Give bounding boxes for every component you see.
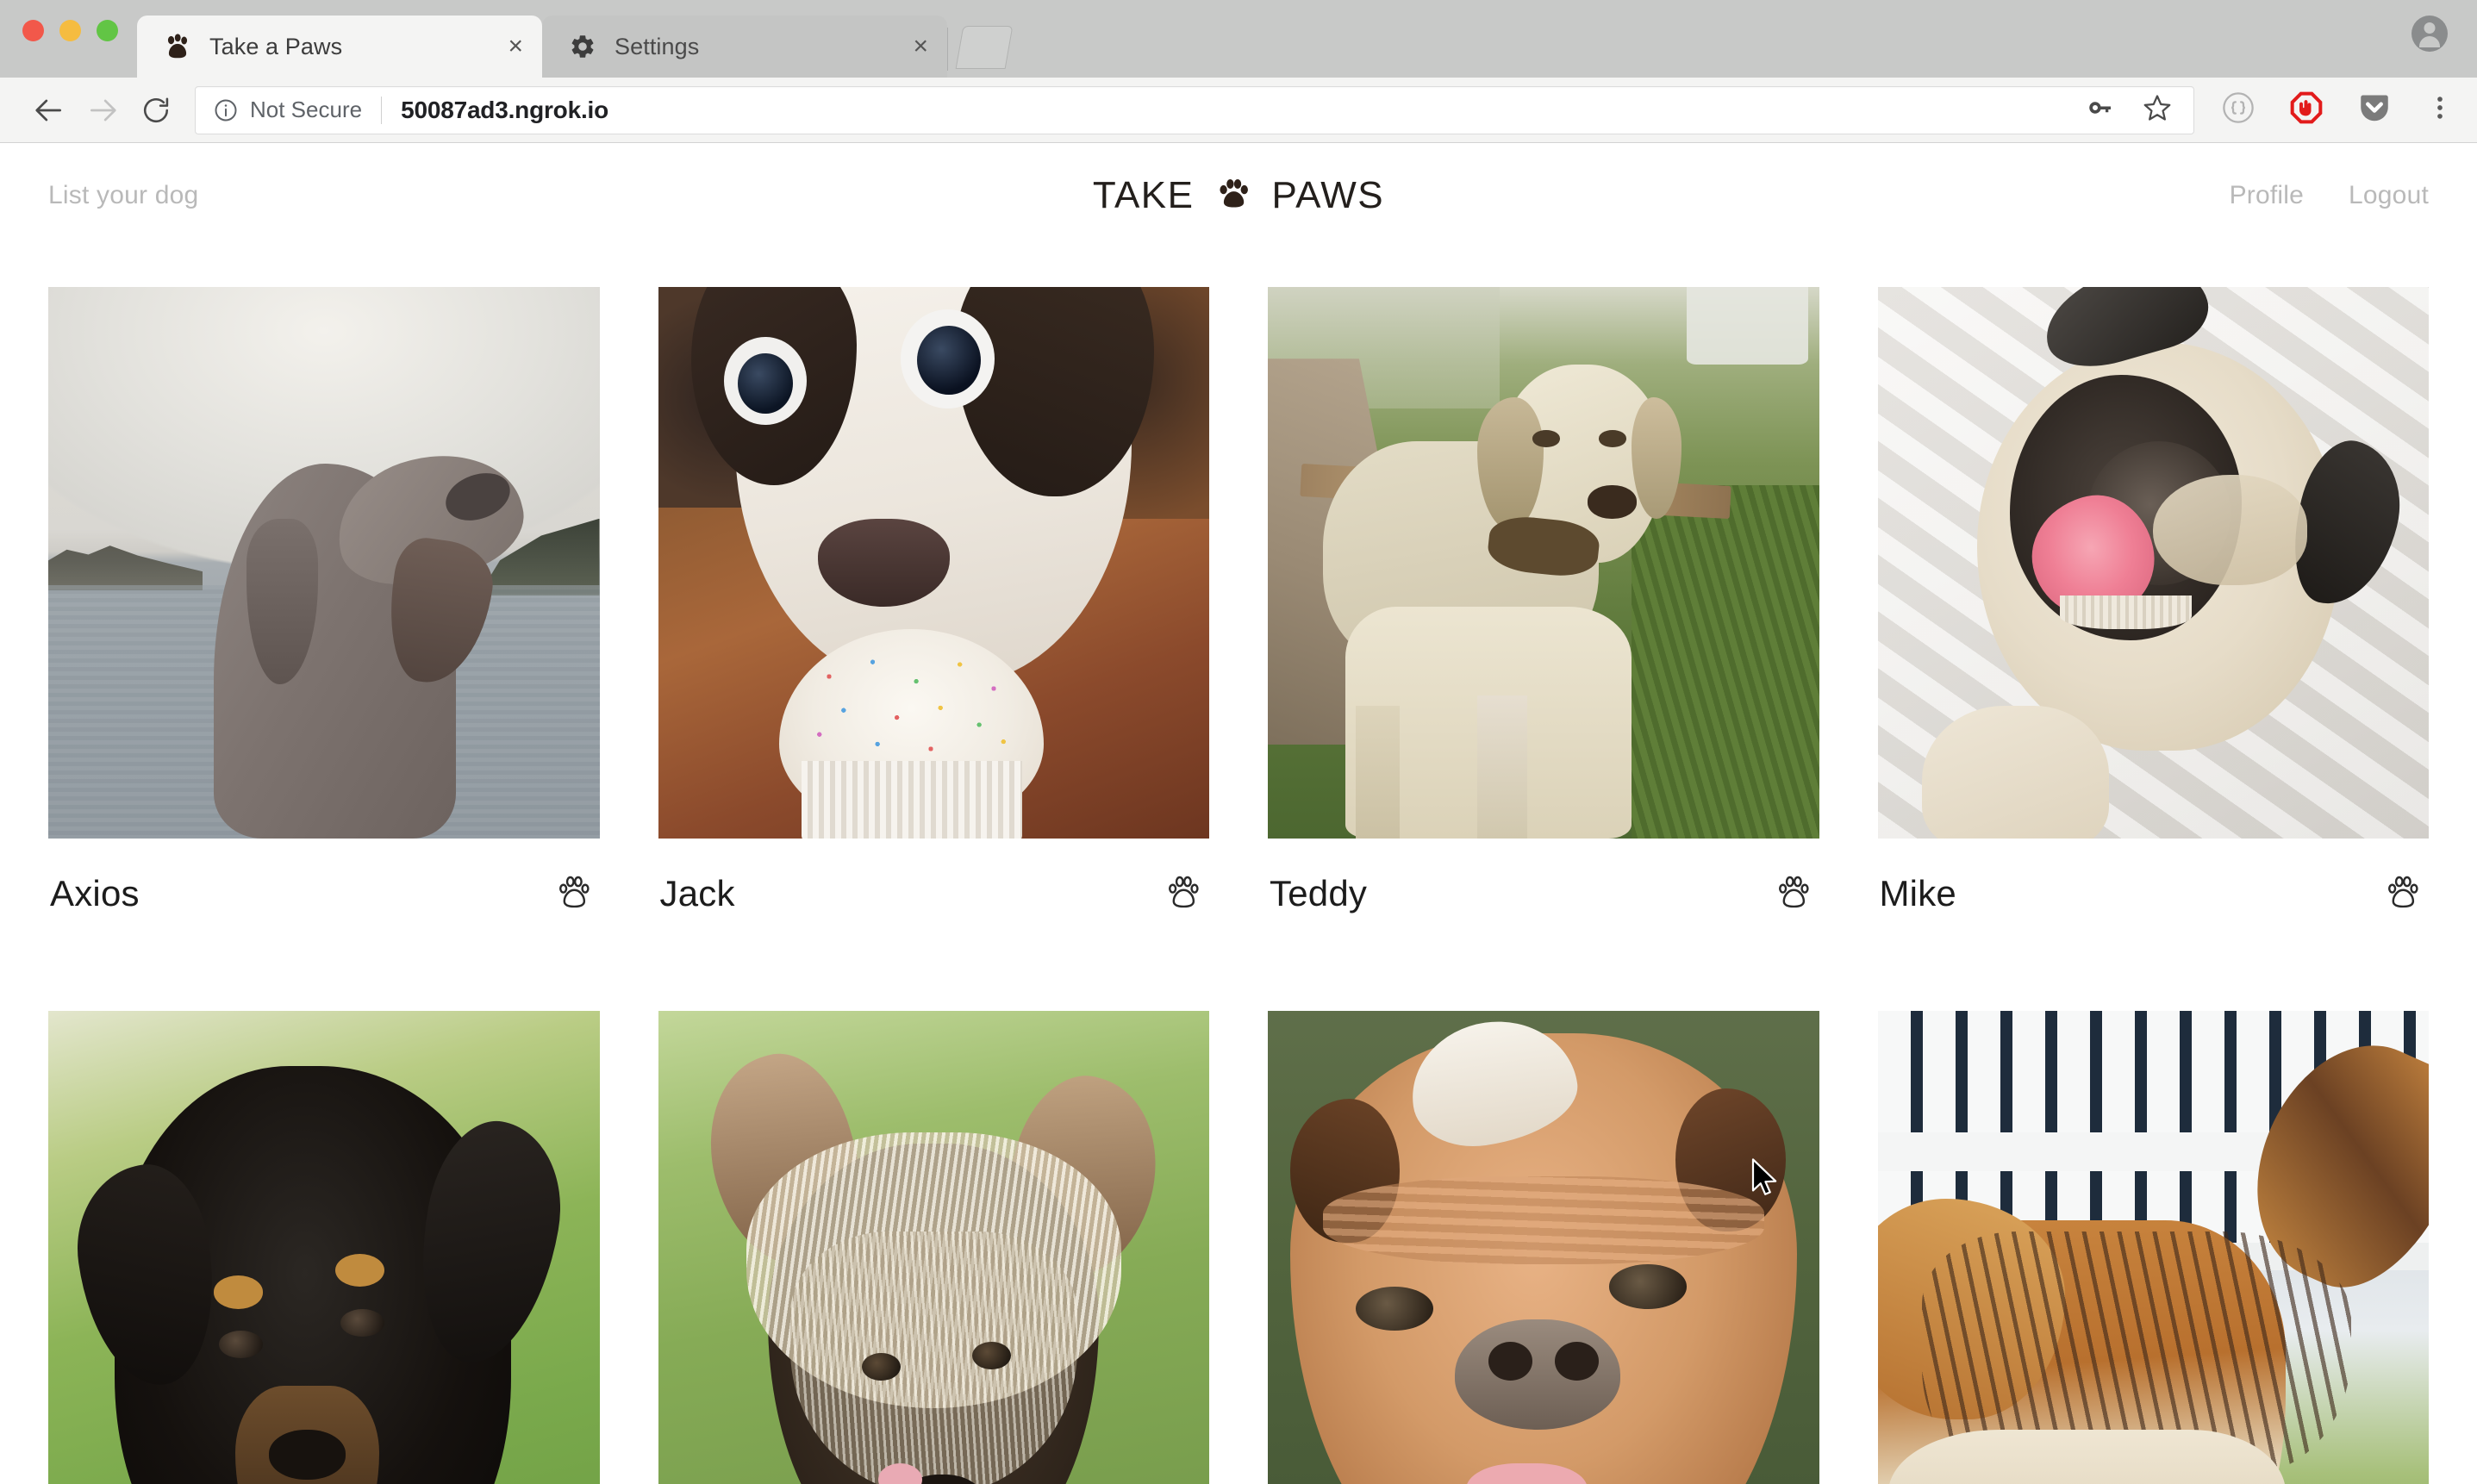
info-circle-icon [213,97,239,123]
dog-card[interactable]: Jack [658,247,1210,918]
pocket-icon[interactable] [2356,90,2393,130]
omnibox-icons [2085,92,2176,128]
account-area [2411,16,2477,78]
maximize-window-button[interactable] [97,20,118,41]
primary-nav-right: Profile Logout [2230,181,2429,210]
three-dot-menu-icon[interactable] [2425,93,2455,127]
tab-strip: Take a Paws × Settings × [0,0,2477,78]
nav-link-logout[interactable]: Logout [2349,181,2429,210]
security-status[interactable]: Not Secure [213,97,362,123]
tab-settings[interactable]: Settings × [542,16,948,78]
reload-icon[interactable] [129,84,183,137]
site-logo[interactable]: TAKE PAWS [1093,174,1384,217]
adblock-icon[interactable] [2289,90,2324,129]
tabs-container: Take a Paws × Settings × [137,0,2411,78]
dog-card[interactable]: Teddy [1268,247,1819,918]
dog-grid-row-2 [0,971,2477,1484]
omnibox-divider [381,96,383,124]
dog-card-meta: Axios [48,839,600,918]
dog-card[interactable] [48,971,600,1484]
minimize-window-button[interactable] [59,20,81,41]
dog-card-meta: Jack [658,839,1210,918]
browser-toolbar: Not Secure 50087ad3.ngrok.io [0,78,2477,143]
browser-window: Take a Paws × Settings × Not Secure 5008… [0,0,2477,1484]
dog-photo[interactable] [658,287,1209,839]
dog-name: Teddy [1270,873,1368,913]
paw-outline-icon[interactable] [1159,870,1207,918]
primary-nav-left: List your dog [48,181,198,210]
extension-icons [2220,90,2455,130]
dog-photo[interactable] [1268,1011,1819,1484]
brand-word-take: TAKE [1092,174,1195,216]
gear-icon [568,32,597,61]
star-bookmark-icon[interactable] [2142,92,2173,128]
dog-photo[interactable] [1268,287,1819,839]
dog-name: Jack [659,873,735,913]
dog-grid-row-1: Axios Jack Teddy Mike [0,247,2477,918]
paw-icon [163,32,192,61]
brand-word-paws: PAWS [1271,174,1385,216]
back-arrow-icon[interactable] [22,84,76,137]
dog-card[interactable] [658,971,1209,1484]
paw-outline-icon[interactable] [1769,870,1818,918]
dog-card-meta: Mike [1878,839,2430,918]
close-tab-button[interactable]: × [508,34,523,59]
close-window-button[interactable] [22,20,44,41]
dog-photo[interactable] [48,287,600,839]
dog-card[interactable]: Axios [48,247,600,918]
dog-name: Mike [1879,873,1956,913]
tab-title: Take a Paws [209,33,343,59]
new-tab-button[interactable] [955,26,1014,69]
nav-link-list-your-dog[interactable]: List your dog [48,181,198,210]
dog-photo[interactable] [1877,1011,2429,1484]
key-icon[interactable] [2085,92,2116,128]
dog-photo[interactable] [1877,287,2429,839]
paw-solid-icon [1213,176,1252,215]
security-label: Not Secure [250,97,363,122]
forward-arrow-icon [76,84,129,137]
dog-card-meta: Teddy [1268,839,1819,918]
dog-card[interactable] [1268,971,1819,1484]
url-text[interactable]: 50087ad3.ngrok.io [401,97,608,124]
paw-outline-icon[interactable] [550,870,598,918]
tab-title: Settings [615,33,700,59]
dog-card[interactable] [1877,971,2429,1484]
dog-photo[interactable] [658,1011,1209,1484]
dog-card[interactable]: Mike [1877,247,2430,918]
account-avatar-icon[interactable] [2411,16,2448,52]
dog-photo[interactable] [48,1011,600,1484]
paw-outline-icon[interactable] [2379,870,2427,918]
nav-link-profile[interactable]: Profile [2230,181,2304,210]
tab-take-a-paws[interactable]: Take a Paws × [137,16,542,78]
site-header: List your dog TAKE PAWS Profile Logout [0,144,2477,247]
page-content: List your dog TAKE PAWS Profile Logout A… [0,144,2477,1484]
dog-name: Axios [50,873,140,913]
close-tab-button[interactable]: × [913,34,928,59]
address-bar[interactable]: Not Secure 50087ad3.ngrok.io [195,85,2194,134]
braces-circle-icon[interactable] [2220,90,2256,130]
window-controls [0,20,118,78]
